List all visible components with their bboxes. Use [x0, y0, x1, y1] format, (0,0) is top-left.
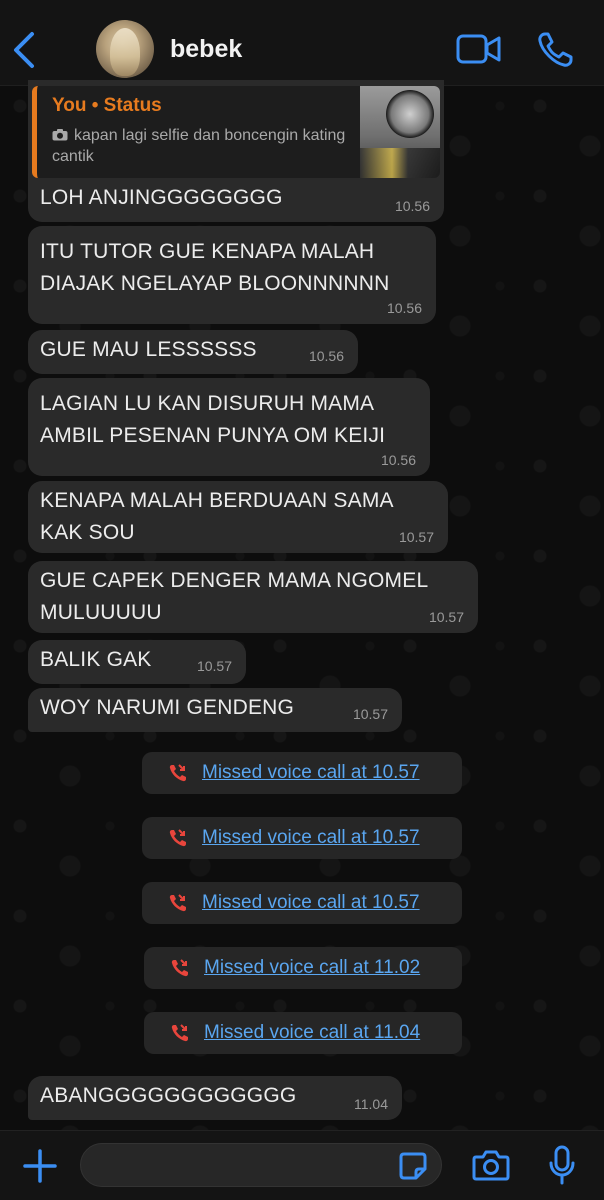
- camera-small-icon: [52, 129, 68, 141]
- missed-call-notice[interactable]: Missed voice call at 10.57: [142, 752, 462, 794]
- quote-author: You • Status: [52, 95, 162, 116]
- phone-icon[interactable]: [536, 31, 574, 69]
- message-time: 10.56: [386, 300, 422, 316]
- missed-call-icon: [169, 894, 186, 912]
- plus-icon[interactable]: [22, 1148, 58, 1184]
- microphone-icon[interactable]: [548, 1145, 576, 1185]
- chevron-left-icon[interactable]: [10, 30, 40, 70]
- status-thumbnail: [360, 86, 440, 178]
- thumbnail-mirror: [386, 90, 434, 138]
- missed-call-icon: [171, 959, 188, 977]
- message-bubble[interactable]: KENAPA MALAH BERDUAAN SAMA KAK SOU 10.57: [28, 481, 448, 553]
- message-text: WOY NARUMI GENDENG: [40, 696, 295, 719]
- thumbnail-car: [360, 148, 440, 178]
- message-time: 10.56: [394, 198, 430, 214]
- message-time: 10.57: [196, 658, 232, 674]
- missed-call-notice[interactable]: Missed voice call at 11.02: [144, 947, 462, 989]
- missed-call-notice[interactable]: Missed voice call at 11.04: [144, 1012, 462, 1054]
- missed-call-notice[interactable]: Missed voice call at 10.57: [142, 882, 462, 924]
- message-text: KENAPA MALAH BERDUAAN SAMA KAK SOU: [40, 489, 394, 544]
- missed-call-text[interactable]: Missed voice call at 11.04: [204, 1022, 420, 1044]
- contact-name[interactable]: bebek: [170, 35, 242, 64]
- quote-text-content: kapan lagi selfie dan boncengin kating c…: [52, 127, 346, 165]
- missed-call-icon: [171, 1024, 188, 1042]
- video-camera-icon[interactable]: [456, 32, 502, 66]
- quote-text: kapan lagi selfie dan boncengin kating c…: [52, 125, 362, 167]
- message-text: ITU TUTOR GUE KENAPA MALAH DIAJAK NGELAY…: [40, 240, 390, 295]
- message-bubble[interactable]: BALIK GAK 10.57: [28, 640, 246, 684]
- camera-icon[interactable]: [472, 1148, 510, 1182]
- message-bubble[interactable]: GUE CAPEK DENGER MAMA NGOMEL MULUUUUU 10…: [28, 561, 478, 633]
- missed-call-text[interactable]: Missed voice call at 11.02: [204, 957, 420, 979]
- message-time: 10.57: [428, 609, 464, 625]
- message-input[interactable]: [80, 1143, 442, 1187]
- message-text: LAGIAN LU KAN DISURUH MAMA AMBIL PESENAN…: [40, 392, 386, 447]
- message-bubble[interactable]: GUE MAU LESSSSSS 10.56: [28, 330, 358, 374]
- message-bubble[interactable]: ABANGGGGGGGGGGGG 11.04: [28, 1076, 402, 1120]
- missed-call-icon: [169, 829, 186, 847]
- message-time: 11.04: [354, 1096, 388, 1112]
- chat-header: bebek: [0, 0, 604, 86]
- message-time: 10.57: [352, 706, 388, 722]
- message-text: GUE MAU LESSSSSS: [40, 338, 257, 361]
- sticker-icon[interactable]: [398, 1151, 428, 1181]
- missed-call-text[interactable]: Missed voice call at 10.57: [202, 762, 420, 784]
- composer-bar: [0, 1130, 604, 1200]
- message-time: 10.56: [308, 348, 344, 364]
- message-bubble[interactable]: LAGIAN LU KAN DISURUH MAMA AMBIL PESENAN…: [28, 378, 430, 476]
- missed-call-text[interactable]: Missed voice call at 10.57: [202, 827, 420, 849]
- message-text: ABANGGGGGGGGGGGG: [40, 1084, 297, 1107]
- avatar[interactable]: [96, 20, 154, 78]
- missed-call-icon: [169, 764, 186, 782]
- message-time: 10.57: [398, 529, 434, 545]
- message-text: LOH ANJINGGGGGGGG: [40, 186, 283, 209]
- message-time: 10.56: [380, 452, 416, 468]
- quoted-status[interactable]: You • Status kapan lagi selfie dan bonce…: [32, 86, 440, 178]
- message-text: GUE CAPEK DENGER MAMA NGOMEL MULUUUUU: [40, 569, 429, 624]
- missed-call-text[interactable]: Missed voice call at 10.57: [202, 892, 420, 914]
- message-bubble[interactable]: ITU TUTOR GUE KENAPA MALAH DIAJAK NGELAY…: [28, 226, 436, 324]
- reply-message-bubble[interactable]: You • Status kapan lagi selfie dan bonce…: [28, 80, 444, 222]
- message-bubble[interactable]: WOY NARUMI GENDENG 10.57: [28, 688, 402, 732]
- missed-call-notice[interactable]: Missed voice call at 10.57: [142, 817, 462, 859]
